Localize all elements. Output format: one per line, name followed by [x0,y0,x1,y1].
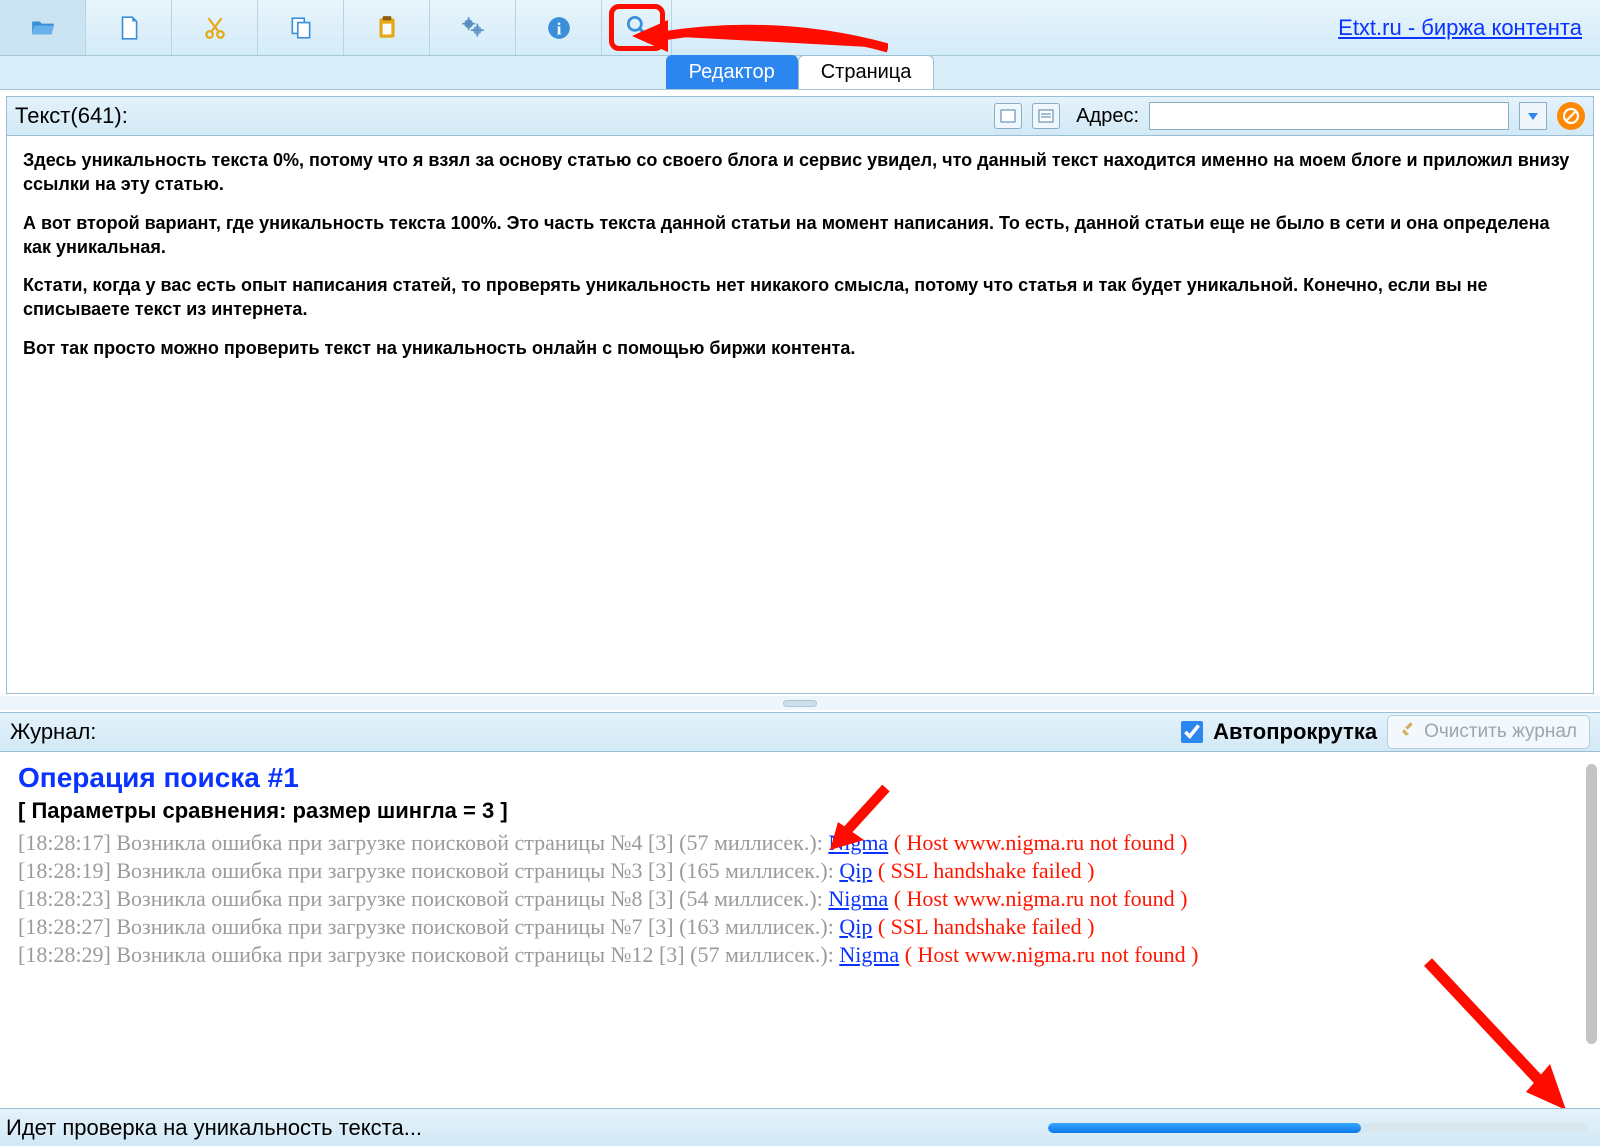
status-bar: Идет проверка на уникальность текста... [0,1108,1600,1146]
autoscroll-label: Автопрокрутка [1213,719,1377,745]
view-mode-plain-button[interactable] [994,103,1022,129]
text-count-label: Текст(641): [15,103,128,129]
clear-journal-button[interactable]: Очистить журнал [1387,715,1590,749]
editor-textarea[interactable]: Здесь уникальность текста 0%, потому что… [6,136,1594,694]
chevron-down-icon [1526,111,1540,121]
new-file-icon [116,15,142,41]
window-icon [1000,109,1016,123]
engine-link[interactable]: Nigma [828,886,888,911]
text-header-bar: Текст(641): Адрес: [6,96,1594,136]
annotation-arrow-journal [820,780,900,860]
journal-header: Журнал: Автопрокрутка Очистить журнал [0,712,1600,752]
editor-paragraph: Вот так просто можно проверить текст на … [23,336,1577,360]
folder-open-icon [30,15,56,41]
autoscroll-checkbox[interactable] [1181,721,1203,743]
tab-page[interactable]: Страница [798,55,935,89]
horizontal-splitter[interactable] [0,696,1600,710]
new-file-button[interactable] [86,0,172,55]
svg-text:i: i [556,19,561,38]
clear-journal-label: Очистить журнал [1424,721,1577,743]
folder-open-button[interactable] [0,0,86,55]
log-line: [18:28:27] Возникла ошибка при загрузке … [18,914,1582,940]
settings-button[interactable] [430,0,516,55]
log-line: [18:28:19] Возникла ошибка при загрузке … [18,858,1582,884]
stop-icon [1563,108,1579,124]
operation-params: [ Параметры сравнения: размер шингла = 3… [18,798,1582,824]
brand-link[interactable]: Etxt.ru - биржа контента [1338,15,1582,41]
paste-icon [374,15,400,41]
address-input[interactable] [1149,102,1509,130]
editor-paragraph: Кстати, когда у вас есть опыт написания … [23,273,1577,322]
address-go-button[interactable] [1519,102,1547,130]
list-icon [1038,109,1054,123]
address-label: Адрес: [1076,105,1139,128]
log-line: [18:28:23] Возникла ошибка при загрузке … [18,886,1582,912]
annotation-arrow-search [628,14,888,58]
settings-icon [460,15,486,41]
engine-link[interactable]: Qip [839,858,872,883]
cut-button[interactable] [172,0,258,55]
log-line: [18:28:29] Возникла ошибка при загрузке … [18,942,1582,968]
engine-link[interactable]: Qip [839,914,872,939]
engine-link[interactable]: Nigma [839,942,899,967]
operation-title: Операция поиска #1 [18,762,1582,794]
journal-label: Журнал: [10,719,96,745]
address-stop-button[interactable] [1557,102,1585,130]
tab-editor[interactable]: Редактор [666,55,798,89]
info-icon: i [546,15,572,41]
cut-icon [202,15,228,41]
progress-fill [1048,1123,1361,1133]
copy-icon [288,15,314,41]
status-text: Идет проверка на уникальность текста... [6,1115,422,1141]
progress-bar [1048,1123,1588,1133]
journal-scrollbar-thumb[interactable] [1586,764,1597,1044]
view-mode-detail-button[interactable] [1032,103,1060,129]
info-button[interactable]: i [516,0,602,55]
broom-icon [1400,720,1418,744]
editor-paragraph: А вот второй вариант, где уникальность т… [23,211,1577,260]
splitter-grip-icon [783,700,817,707]
copy-button[interactable] [258,0,344,55]
journal-body[interactable]: Операция поиска #1 [ Параметры сравнения… [0,752,1600,1052]
annotation-arrow-progress [1410,950,1580,1120]
log-line: [18:28:17] Возникла ошибка при загрузке … [18,830,1582,856]
tabs-row: Редактор Страница [0,56,1600,90]
paste-button[interactable] [344,0,430,55]
editor-paragraph: Здесь уникальность текста 0%, потому что… [23,148,1577,197]
